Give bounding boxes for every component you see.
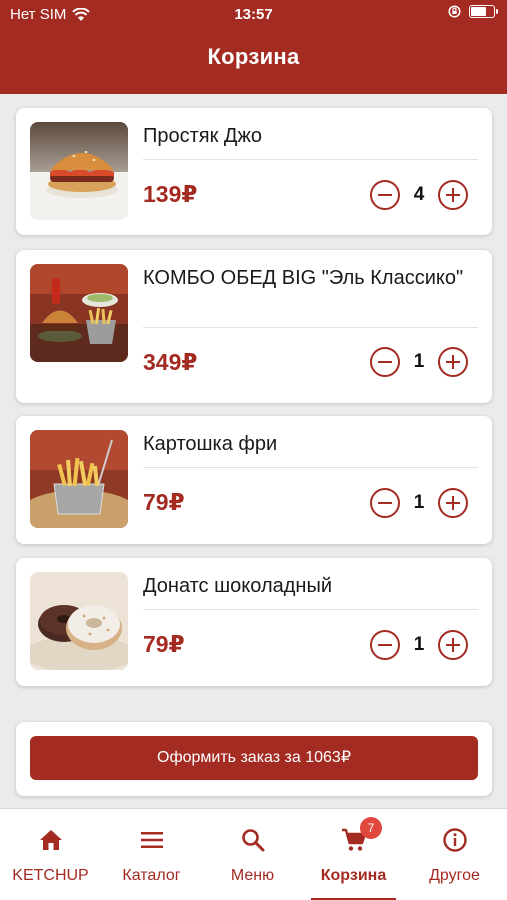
search-icon: [241, 829, 264, 852]
item-divider: [143, 609, 478, 610]
decrease-button[interactable]: [370, 180, 400, 210]
tab-label: Другое: [429, 867, 480, 884]
donut-photo: [30, 572, 128, 670]
quantity-value: 1: [413, 492, 425, 513]
item-name: Донатс шоколадный: [143, 575, 332, 597]
quantity-stepper: 1: [370, 347, 468, 377]
item-price: 79₽: [143, 489, 185, 515]
tab-catalog[interactable]: Каталог: [101, 809, 202, 900]
item-price: 79₽: [143, 631, 185, 657]
status-time: 13:57: [234, 6, 273, 23]
info-icon: [442, 828, 467, 852]
quantity-value: 4: [413, 184, 425, 205]
battery-fill: [471, 7, 486, 16]
item-name: Простяк Джо: [143, 125, 262, 147]
increase-button[interactable]: [438, 488, 468, 518]
quantity-value: 1: [413, 351, 425, 372]
quantity-stepper: 4: [370, 180, 468, 210]
decrease-button[interactable]: [370, 630, 400, 660]
page-title: Корзина: [207, 44, 300, 69]
cart-item: Картошка фри 79₽ 1: [16, 416, 492, 544]
item-name: Картошка фри: [143, 433, 278, 455]
tab-label: Корзина: [320, 867, 387, 884]
item-divider: [143, 327, 478, 328]
item-price: 139₽: [143, 181, 198, 207]
cart-item: Простяк Джо 139₽ 4: [16, 108, 492, 235]
home-icon: [39, 830, 62, 850]
decrease-button[interactable]: [370, 488, 400, 518]
app-header: Нет SIM 13:57 Корзина: [0, 0, 507, 94]
item-divider: [143, 467, 478, 468]
tab-ketchup[interactable]: KETCHUP: [0, 809, 101, 900]
orientation-lock-icon: [448, 5, 461, 18]
quantity-stepper: 1: [370, 488, 468, 518]
menu-lines-icon: [140, 832, 163, 848]
cart-item: Донатс шоколадный 79₽ 1: [16, 558, 492, 686]
cart-count-badge: 7: [360, 817, 382, 839]
quantity-stepper: 1: [370, 630, 468, 660]
decrease-button[interactable]: [370, 347, 400, 377]
status-right: [448, 5, 498, 18]
increase-button[interactable]: [438, 347, 468, 377]
tab-bar: KETCHUP Каталог Меню 7 Корзина Другое: [0, 808, 507, 900]
combo-photo: [30, 264, 128, 362]
tab-label: Меню: [230, 867, 275, 884]
tab-other[interactable]: Другое: [404, 809, 505, 900]
status-bar: Нет SIM 13:57: [0, 0, 507, 28]
battery-icon: [469, 5, 498, 18]
tab-label: KETCHUP: [12, 867, 89, 884]
tab-cart[interactable]: 7 Корзина: [303, 809, 404, 900]
increase-button[interactable]: [438, 630, 468, 660]
quantity-value: 1: [413, 634, 425, 655]
item-name: КОМБО ОБЕД BIG "Эль Классико": [143, 267, 464, 289]
tab-label: Каталог: [122, 867, 181, 884]
tab-menu[interactable]: Меню: [202, 809, 303, 900]
item-price: 349₽: [143, 349, 198, 375]
checkout-card: Оформить заказ за 1063₽: [16, 722, 492, 796]
burger-photo: [30, 122, 128, 220]
increase-button[interactable]: [438, 180, 468, 210]
checkout-button[interactable]: Оформить заказ за 1063₽: [30, 736, 478, 780]
cart-item: КОМБО ОБЕД BIG "Эль Классико" 349₽ 1: [16, 250, 492, 403]
fries-photo: [30, 430, 128, 528]
item-divider: [143, 159, 478, 160]
